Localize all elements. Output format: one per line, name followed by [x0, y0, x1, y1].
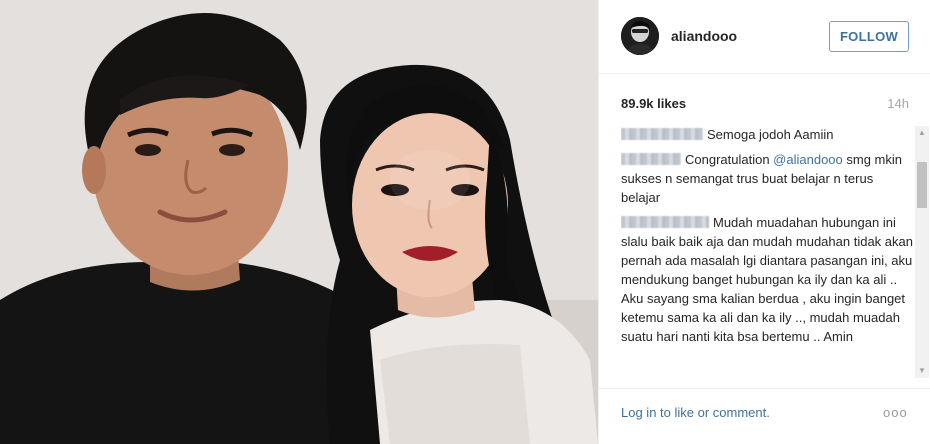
comment-item: Semoga jodoh Aamiin	[621, 125, 913, 144]
user-avatar[interactable]	[621, 17, 659, 55]
follow-button[interactable]: FOLLOW	[829, 21, 909, 52]
scroll-thumb[interactable]	[917, 162, 927, 208]
blurred-username	[621, 216, 709, 228]
post-footer: Log in to like or comment. ooo	[599, 388, 930, 444]
post-time: 14h	[887, 96, 909, 111]
login-to-comment-link[interactable]: Log in to like or comment.	[621, 405, 770, 420]
post-meta: 89.9k likes 14h	[621, 96, 909, 114]
comment-item: Congratulation @aliandooo smg mkin sukse…	[621, 150, 913, 207]
post-header: aliandooo FOLLOW	[599, 0, 930, 74]
comment-text: Mudah muadahan hubungan ini slalu baik b…	[621, 215, 913, 344]
scroll-up-arrow-icon[interactable]: ▲	[915, 126, 929, 140]
scroll-down-arrow-icon[interactable]: ▼	[915, 364, 929, 378]
username-link[interactable]: aliandooo	[671, 28, 737, 44]
comments-list[interactable]: Semoga jodoh Aamiin Congratulation @alia…	[621, 125, 913, 378]
comments-scrollbar[interactable]: ▲ ▼	[915, 126, 929, 378]
post-photo[interactable]	[0, 0, 598, 444]
comment-item: Mudah muadahan hubungan ini slalu baik b…	[621, 213, 913, 346]
comment-text: Congratulation	[685, 152, 774, 167]
blurred-username	[621, 153, 681, 165]
photo-illustration	[0, 0, 598, 444]
likes-count[interactable]: 89.9k likes	[621, 96, 686, 111]
more-options-icon[interactable]: ooo	[883, 405, 908, 420]
post-side-panel: aliandooo FOLLOW 89.9k likes 14h Semoga …	[598, 0, 930, 444]
blurred-username	[621, 128, 703, 140]
mention-link[interactable]: @aliandooo	[773, 152, 843, 167]
avatar-image-icon	[621, 17, 659, 55]
comment-text: Semoga jodoh Aamiin	[707, 127, 834, 142]
